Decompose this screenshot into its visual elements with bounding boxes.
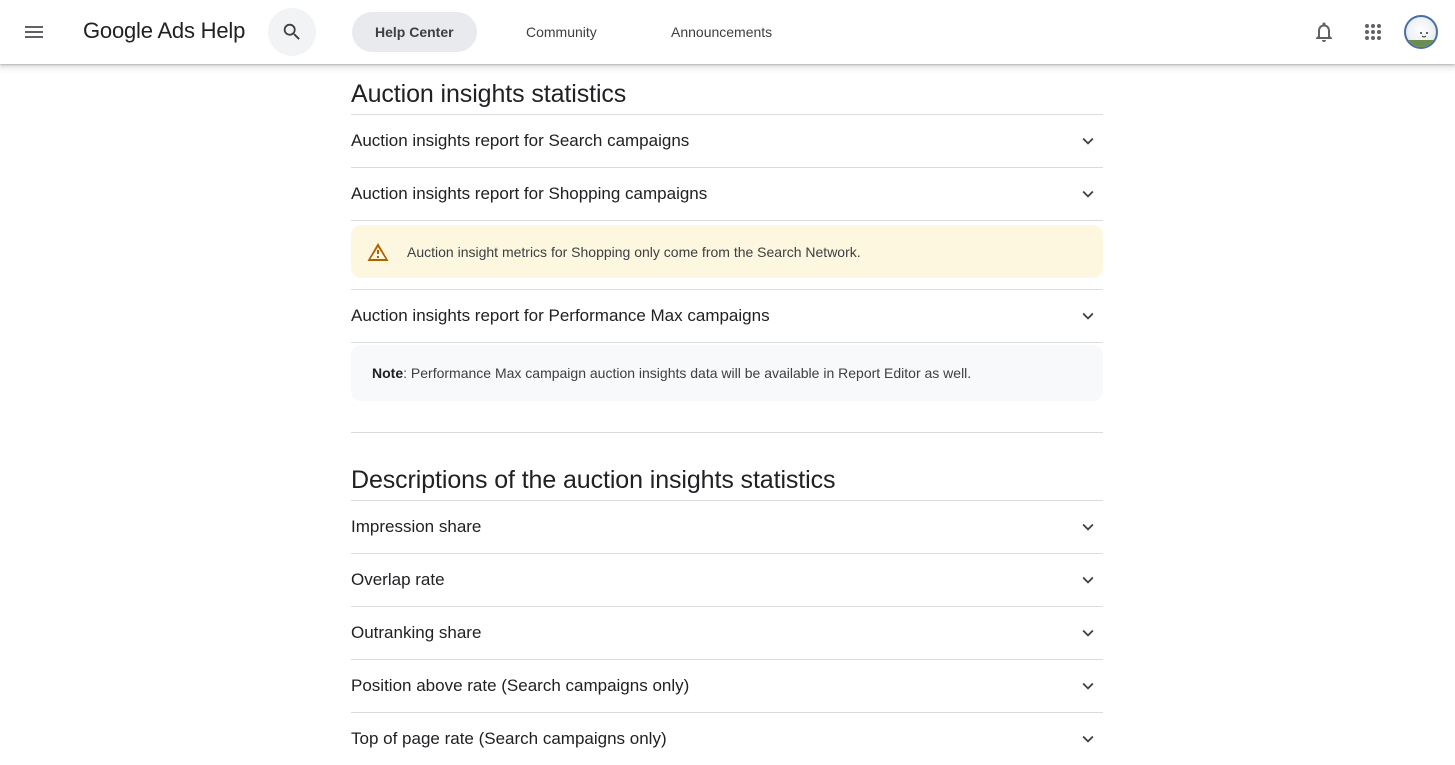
chevron-down-icon bbox=[1082, 523, 1094, 531]
chevron-down-icon bbox=[1082, 312, 1094, 320]
brand-title[interactable]: Google Ads Help bbox=[83, 18, 245, 44]
warning-icon bbox=[367, 243, 389, 261]
accordion-outranking-share[interactable]: Outranking share bbox=[351, 606, 1103, 659]
warning-callout: Auction insight metrics for Shopping onl… bbox=[351, 225, 1103, 278]
accordion-label: Overlap rate bbox=[351, 570, 445, 589]
notifications-button[interactable] bbox=[1304, 12, 1344, 52]
bell-icon bbox=[1316, 22, 1332, 42]
search-button[interactable] bbox=[268, 8, 316, 56]
accordion-label: Impression share bbox=[351, 517, 482, 536]
section-title-auction-insights-statistics: Auction insights statistics bbox=[351, 80, 627, 108]
accordion-label: Position above rate (Search campaigns on… bbox=[351, 676, 690, 695]
apps-grid-icon bbox=[1365, 24, 1381, 40]
note-prefix: Note bbox=[372, 365, 404, 381]
accordion-overlap-rate[interactable]: Overlap rate bbox=[351, 553, 1103, 606]
tab-announcements[interactable]: Announcements bbox=[648, 12, 795, 52]
search-icon bbox=[283, 23, 300, 40]
avatar-face-icon bbox=[1420, 32, 1428, 38]
accordion-shopping-campaigns[interactable]: Auction insights report for Shopping cam… bbox=[351, 167, 1103, 220]
menu-icon[interactable] bbox=[14, 12, 54, 52]
warning-text: Auction insight metrics for Shopping onl… bbox=[407, 243, 861, 260]
accordion-label: Auction insights report for Search campa… bbox=[351, 131, 690, 150]
apps-button[interactable] bbox=[1353, 12, 1393, 52]
accordion-label: Auction insights report for Performance … bbox=[351, 306, 770, 325]
accordion-label: Outranking share bbox=[351, 623, 482, 642]
accordion-label: Auction insights report for Shopping cam… bbox=[351, 184, 708, 203]
note-body: : Performance Max campaign auction insig… bbox=[403, 365, 972, 381]
note-callout: Note: Performance Max campaign auction i… bbox=[351, 345, 1103, 401]
top-app-bar: Google Ads Help Help Center Community An… bbox=[0, 0, 1455, 64]
chevron-down-icon bbox=[1082, 735, 1094, 743]
chevron-down-icon bbox=[1082, 629, 1094, 637]
divider bbox=[351, 342, 1103, 343]
chevron-down-icon bbox=[1082, 682, 1094, 690]
accordion-label: Top of page rate (Search campaigns only) bbox=[351, 729, 667, 748]
accordion-position-above-rate[interactable]: Position above rate (Search campaigns on… bbox=[351, 659, 1103, 712]
accordion-top-of-page-rate[interactable]: Top of page rate (Search campaigns only) bbox=[351, 712, 1103, 765]
account-avatar[interactable] bbox=[1404, 15, 1438, 49]
chevron-down-icon bbox=[1082, 190, 1094, 198]
accordion-impression-share[interactable]: Impression share bbox=[351, 500, 1103, 553]
section-divider bbox=[351, 432, 1103, 433]
note-text: Note: Performance Max campaign auction i… bbox=[372, 365, 971, 381]
section-title-descriptions: Descriptions of the auction insights sta… bbox=[351, 466, 836, 494]
divider bbox=[351, 220, 1103, 221]
accordion-performance-max-campaigns[interactable]: Auction insights report for Performance … bbox=[351, 289, 1103, 342]
accordion-search-campaigns[interactable]: Auction insights report for Search campa… bbox=[351, 114, 1103, 167]
tab-help-center[interactable]: Help Center bbox=[352, 12, 477, 52]
chevron-down-icon bbox=[1082, 576, 1094, 584]
chevron-down-icon bbox=[1082, 137, 1094, 145]
tab-community[interactable]: Community bbox=[503, 12, 620, 52]
avatar-background bbox=[1406, 40, 1436, 47]
